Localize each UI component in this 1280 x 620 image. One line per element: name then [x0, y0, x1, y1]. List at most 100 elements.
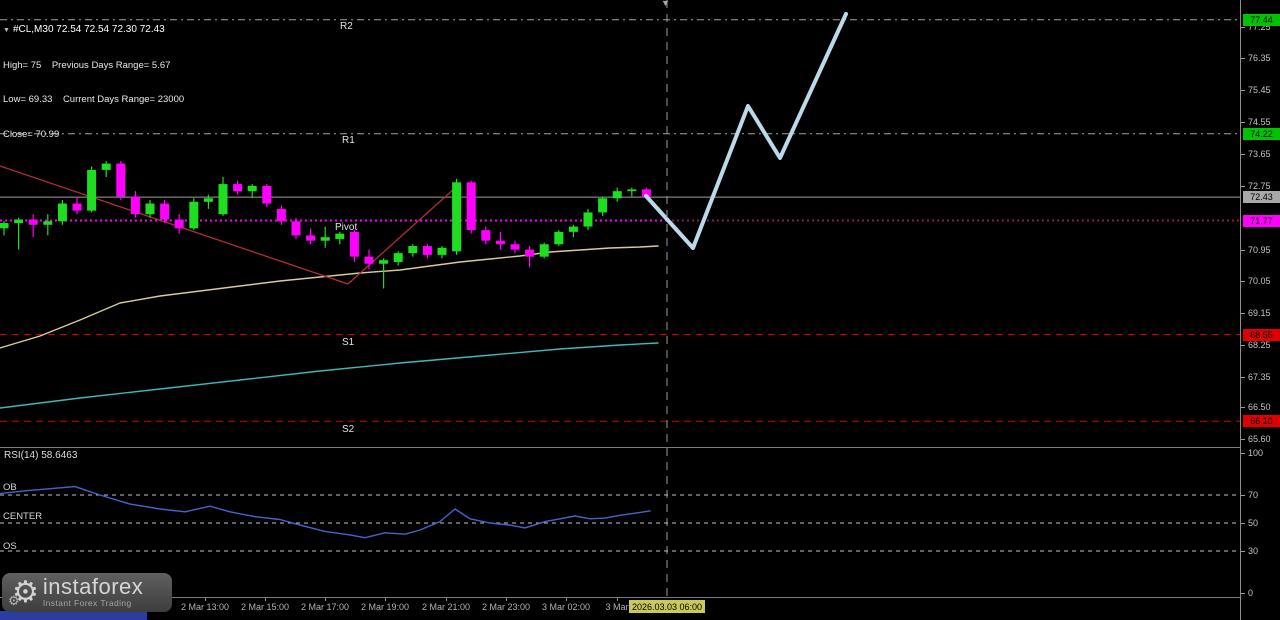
candle-bear: [262, 186, 271, 204]
price-tick-label: 66.50: [1248, 402, 1271, 412]
time-tick-label: 2 Mar 19:00: [361, 602, 409, 612]
candle-bear: [160, 204, 169, 220]
candle-bull: [569, 227, 578, 232]
candle-bull: [87, 170, 96, 211]
rsi-tick-label: 100: [1248, 448, 1263, 458]
candle-bull: [102, 164, 111, 170]
axis-tick: [1241, 154, 1245, 155]
price-axis[interactable]: 77.2576.3575.4574.5573.6572.7570.9570.05…: [1240, 0, 1280, 620]
candle-bull: [14, 219, 23, 223]
pane-divider[interactable]: [0, 447, 1240, 448]
axis-tick: [1241, 551, 1245, 552]
candle-bull: [0, 223, 9, 228]
candle-bull: [146, 204, 155, 215]
r1-level-label: R1: [342, 135, 355, 146]
s1-level-label: S1: [342, 337, 354, 348]
rsi-os-label: OS: [3, 541, 17, 552]
price-tick-label: 75.45: [1248, 85, 1271, 95]
r2-price-badge: 77.44: [1243, 14, 1280, 26]
price-tick-label: 74.55: [1248, 117, 1271, 127]
candle-bull: [219, 184, 228, 214]
time-tick: [617, 598, 618, 601]
rsi-indicator-label: RSI(14) 58.6463: [4, 450, 77, 461]
candle-bear: [116, 164, 125, 197]
candle-bear: [525, 250, 534, 257]
time-tick-label: 2 Mar 15:00: [241, 602, 289, 612]
axis-tick: [1241, 345, 1245, 346]
trading-chart-window: ▼#CL,M30 72.54 72.54 72.30 72.43 High= 7…: [0, 0, 1280, 620]
rsi-tick-label: 0: [1248, 588, 1253, 598]
time-tick: [265, 598, 266, 601]
quote-info-overlay: ▼#CL,M30 72.54 72.54 72.30 72.43 High= 7…: [3, 1, 184, 163]
rsi-indicator-pane[interactable]: [0, 448, 1240, 597]
candle-bull: [394, 253, 403, 262]
candle-bull: [379, 260, 388, 264]
candle-bear: [29, 219, 38, 224]
info-close: Close= 70.99: [3, 129, 184, 141]
price-tick-label: 76.35: [1248, 53, 1271, 63]
candle-bull: [408, 246, 417, 253]
axis-tick: [1241, 377, 1245, 378]
axis-tick: [1241, 281, 1245, 282]
r1-price-badge: 74.22: [1243, 128, 1280, 140]
axis-tick: [1241, 523, 1245, 524]
rsi-line: [0, 487, 650, 538]
candle-bear: [306, 235, 315, 240]
time-tick: [325, 598, 326, 601]
symbol-quote-line: #CL,M30 72.54 72.54 72.30 72.43: [13, 24, 165, 35]
candle-bull: [554, 232, 563, 244]
axis-tick: [1241, 90, 1245, 91]
axis-tick: [1241, 122, 1245, 123]
instaforex-logo: ⚙ ⚙ instaforex Instant Forex Trading: [2, 573, 172, 612]
price-tick-label: 70.95: [1248, 245, 1271, 255]
rsi-tick-label: 50: [1248, 518, 1258, 528]
logo-tagline-text: Instant Forex Trading: [43, 598, 143, 608]
candle-bull: [613, 191, 622, 198]
candle-bull: [452, 182, 461, 251]
time-cursor-top-icon[interactable]: ▼: [661, 0, 670, 8]
candle-bear: [73, 204, 82, 211]
axis-tick: [1241, 250, 1245, 251]
axis-tick: [1241, 439, 1245, 440]
axis-tick: [1241, 495, 1245, 496]
s2-level-label: S2: [342, 424, 354, 435]
info-low-range: Low= 69.33 Current Days Range= 23000: [3, 94, 184, 106]
pivot-price-badge: 71.77: [1243, 215, 1280, 227]
time-tick: [205, 598, 206, 601]
time-cursor-date-badge: 2026.03.03 06:00: [629, 600, 705, 613]
time-axis[interactable]: 2026.03.03 06:00 2 Mar 13:002 Mar 15:002…: [0, 598, 1240, 620]
gear-small-icon: ⚙: [8, 593, 20, 609]
red-trendline: [0, 166, 455, 284]
price-tick-label: 70.05: [1248, 276, 1271, 286]
time-tick: [385, 598, 386, 601]
time-tick-label: 2 Mar 17:00: [301, 602, 349, 612]
time-tick-label: 2 Mar 23:00: [482, 602, 530, 612]
time-tick: [566, 598, 567, 601]
forecast-projection-line: [646, 14, 846, 248]
candle-bear: [292, 221, 301, 235]
candle-bear: [350, 232, 359, 257]
current-price-badge: 72.43: [1243, 191, 1280, 203]
price-chart-pane[interactable]: [0, 0, 1240, 447]
yellow-ma-line: [0, 246, 658, 348]
axis-tick: [1241, 407, 1245, 408]
candle-bear: [467, 182, 476, 230]
candle-bull: [584, 212, 593, 226]
candle-bear: [365, 257, 374, 264]
axis-tick: [1241, 58, 1245, 59]
candle-bull: [321, 237, 330, 241]
price-tick-label: 68.25: [1248, 340, 1271, 350]
axis-tick: [1241, 27, 1245, 28]
candle-bear: [233, 184, 242, 191]
price-tick-label: 73.65: [1248, 149, 1271, 159]
candle-bull: [189, 202, 198, 229]
axis-tick: [1241, 186, 1245, 187]
s2-price-badge: 66.10: [1243, 415, 1280, 427]
candle-bear: [277, 209, 286, 221]
time-tick-label: 3 Mar: [605, 602, 628, 612]
axis-tick: [1241, 453, 1245, 454]
r2-level-label: R2: [340, 21, 353, 32]
s1-price-badge: 68.55: [1243, 329, 1280, 341]
candle-bull: [598, 198, 607, 212]
logo-brand-text: instaforex: [43, 577, 143, 597]
